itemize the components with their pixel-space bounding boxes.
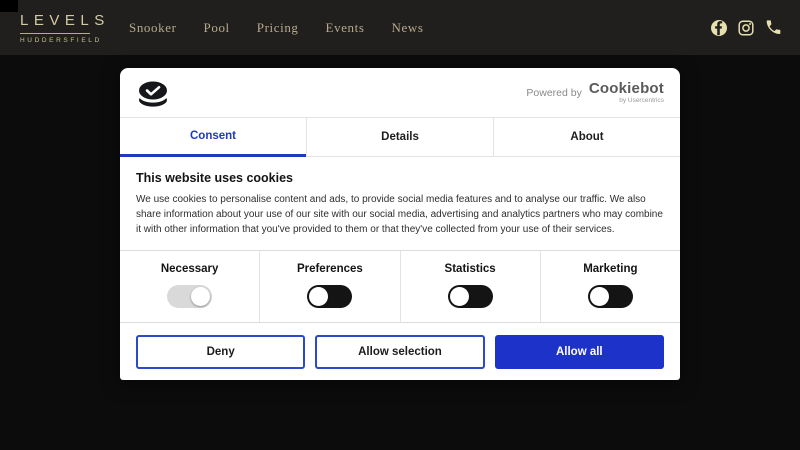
tab-about[interactable]: About — [493, 118, 680, 157]
nav-item-pricing[interactable]: Pricing — [257, 20, 299, 36]
dialog-button-row: Deny Allow selection Allow all — [120, 323, 680, 380]
site-logo[interactable]: LEVELS HUDDERSFIELD — [20, 12, 90, 44]
site-logo-subtitle: HUDDERSFIELD — [20, 37, 90, 44]
toggle-label-statistics: Statistics — [445, 263, 496, 275]
main-nav: Snooker Pool Pricing Events News — [129, 20, 424, 36]
toggle-label-marketing: Marketing — [583, 263, 637, 275]
top-left-notch — [0, 0, 18, 12]
dialog-description: We use cookies to personalise content an… — [136, 192, 664, 237]
tab-consent[interactable]: Consent — [120, 118, 306, 157]
site-logo-title: LEVELS — [20, 12, 90, 34]
toggle-col-marketing: Marketing — [540, 251, 680, 322]
tab-details[interactable]: Details — [306, 118, 493, 157]
toggle-col-necessary: Necessary — [120, 251, 259, 322]
powered-by: Powered by Cookiebot by Usercentrics — [526, 81, 664, 105]
cookiebot-brand[interactable]: Cookiebot by Usercentrics — [589, 81, 664, 105]
toggle-marketing[interactable] — [588, 285, 633, 308]
cookiebot-brand-sub: by Usercentrics — [619, 98, 664, 105]
phone-icon[interactable] — [765, 20, 781, 36]
cookiebot-brand-name: Cookiebot — [589, 81, 664, 96]
allow-selection-button[interactable]: Allow selection — [315, 335, 484, 369]
toggle-knob — [590, 287, 609, 306]
toggle-col-statistics: Statistics — [400, 251, 540, 322]
cookie-consent-dialog: Powered by Cookiebot by Usercentrics Con… — [120, 68, 680, 380]
toggle-necessary[interactable] — [167, 285, 212, 308]
social-links — [711, 0, 781, 55]
facebook-icon[interactable] — [711, 20, 727, 36]
dialog-tabbar: Consent Details About — [120, 117, 680, 157]
nav-item-pool[interactable]: Pool — [204, 20, 230, 36]
dialog-header: Powered by Cookiebot by Usercentrics — [120, 68, 680, 117]
instagram-icon[interactable] — [738, 20, 754, 36]
site-header: LEVELS HUDDERSFIELD Snooker Pool Pricing… — [0, 0, 800, 55]
toggle-col-preferences: Preferences — [259, 251, 399, 322]
toggle-preferences[interactable] — [307, 285, 352, 308]
toggle-label-preferences: Preferences — [297, 263, 363, 275]
toggle-label-necessary: Necessary — [161, 263, 219, 275]
powered-by-label: Powered by — [526, 87, 581, 99]
deny-button[interactable]: Deny — [136, 335, 305, 369]
toggle-statistics[interactable] — [448, 285, 493, 308]
toggle-knob — [191, 287, 210, 306]
dialog-title: This website uses cookies — [136, 171, 664, 185]
cookiebot-check-icon — [136, 78, 170, 108]
consent-toggle-row: Necessary Preferences Statistics Marketi… — [120, 250, 680, 323]
nav-item-news[interactable]: News — [392, 20, 424, 36]
allow-all-button[interactable]: Allow all — [495, 335, 664, 369]
consent-panel: This website uses cookies We use cookies… — [120, 157, 680, 250]
nav-item-events[interactable]: Events — [326, 20, 365, 36]
toggle-knob — [309, 287, 328, 306]
toggle-knob — [450, 287, 469, 306]
nav-item-snooker[interactable]: Snooker — [129, 20, 177, 36]
